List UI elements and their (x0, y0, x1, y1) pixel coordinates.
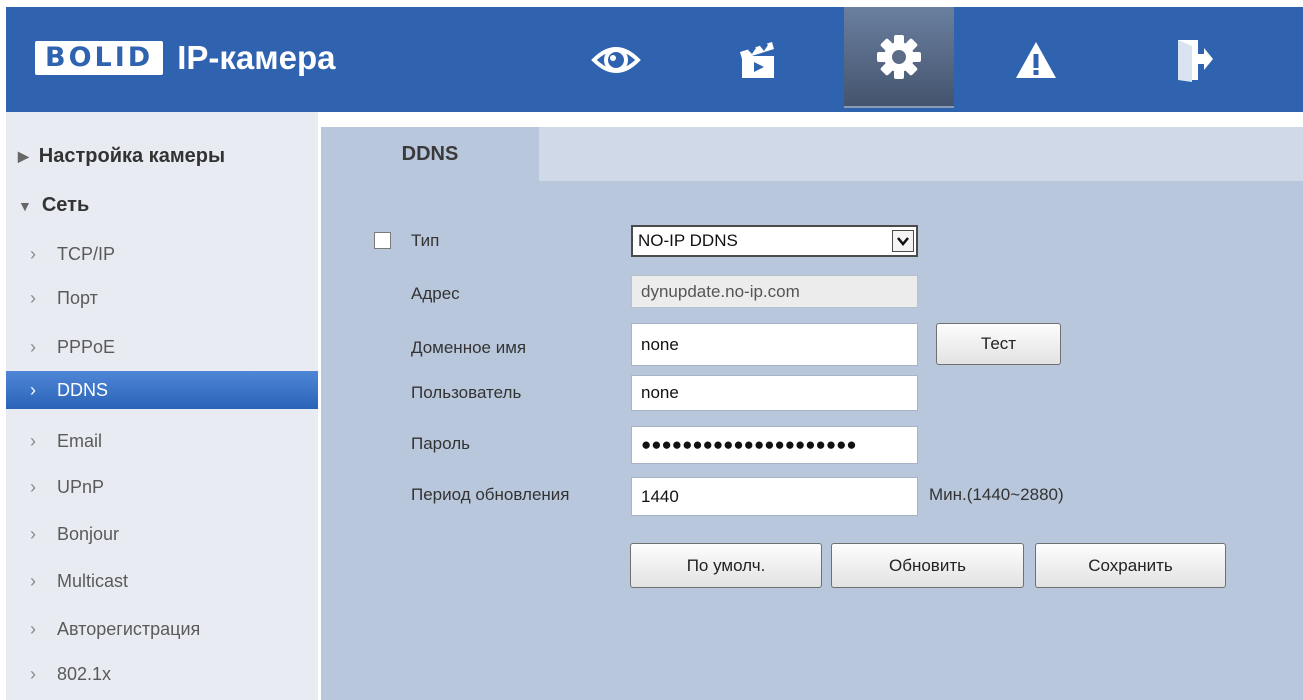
sidebar-network-label: Сеть (41, 194, 90, 216)
update-period-label: Период обновления (411, 485, 570, 504)
sidebar-item-label: Авторегистрация (57, 618, 201, 639)
chevron-right-icon: › (30, 570, 36, 591)
sidebar-item-email[interactable]: › Email (6, 421, 318, 461)
chevron-right-icon: › (30, 336, 36, 357)
type-label: Тип (411, 231, 440, 250)
username-field[interactable]: none (631, 375, 918, 411)
sidebar-item-label: Порт (57, 287, 98, 308)
brand-logo: BOLID (35, 41, 164, 75)
chevron-right-icon: › (30, 523, 36, 544)
update-period-field[interactable]: 1440 (631, 477, 918, 516)
update-period-hint: Мин.(1440~2880) (929, 485, 1064, 504)
sidebar-item-label: Email (57, 430, 103, 451)
refresh-button[interactable]: Обновить (831, 543, 1024, 588)
logo: BOLID IP-камера (35, 41, 336, 75)
sidebar-item-bonjour[interactable]: › Bonjour (6, 514, 318, 554)
sidebar-item-label: DDNS (57, 379, 109, 400)
domain-label: Доменное имя (411, 338, 527, 357)
chevron-down-icon (892, 230, 914, 252)
address-label: Адрес (411, 284, 460, 303)
password-field[interactable]: ●●●●●●●●●●●●●●●●●●●●● (631, 426, 918, 464)
ddns-type-value: NO-IP DDNS (638, 231, 738, 250)
sidebar-item-multicast[interactable]: › Multicast (6, 561, 318, 601)
top-header: BOLID IP-камера (6, 7, 1303, 112)
default-button[interactable]: По умолч. (630, 543, 822, 588)
collapsed-arrow-icon: ▶ (18, 148, 29, 164)
sidebar: ▶ Настройка камеры ▼ Сеть › TCP/IP › Порт … (6, 112, 318, 700)
password-label: Пароль (411, 434, 470, 453)
sidebar-item-upnp[interactable]: › UPnP (6, 467, 318, 507)
sidebar-item-ddns[interactable]: › DDNS (6, 371, 318, 409)
ddns-enable-checkbox[interactable] (374, 232, 391, 249)
chevron-right-icon: › (30, 379, 36, 400)
sidebar-camera-settings-label: Настройка камеры (38, 145, 226, 167)
chevron-right-icon: › (30, 618, 36, 639)
settings-panel: DDNS (321, 127, 1303, 700)
chevron-right-icon: › (30, 476, 36, 497)
clapperboard-icon (740, 40, 774, 78)
domain-name-field[interactable]: none (631, 323, 918, 366)
expanded-arrow-icon: ▼ (18, 197, 32, 214)
sidebar-item-tcpip[interactable]: › TCP/IP (6, 234, 318, 274)
nav-live-view[interactable] (576, 7, 656, 112)
gear-icon (877, 34, 921, 79)
chevron-right-icon: › (30, 430, 36, 451)
user-label: Пользователь (411, 383, 522, 402)
sidebar-item-pppoe[interactable]: › PPPoE (6, 327, 318, 367)
sidebar-camera-settings[interactable]: ▶ Настройка камеры (18, 145, 225, 168)
sidebar-item-port[interactable]: › Порт (6, 278, 318, 318)
sidebar-item-label: PPPoE (57, 336, 116, 357)
chevron-right-icon: › (30, 287, 36, 308)
nav-setup[interactable] (844, 7, 954, 108)
eye-icon (591, 46, 641, 73)
sidebar-item-label: Multicast (57, 570, 129, 591)
sidebar-item-label: Bonjour (57, 523, 120, 544)
nav-playback[interactable] (718, 7, 798, 112)
save-button[interactable]: Сохранить (1035, 543, 1226, 588)
chevron-right-icon: › (30, 663, 36, 684)
sidebar-item-8021x[interactable]: › 802.1x (6, 654, 318, 694)
tab-bar: DDNS (321, 127, 1303, 181)
warning-icon (1016, 41, 1056, 78)
sidebar-item-autoregistration[interactable]: › Авторегистрация (6, 609, 318, 649)
sidebar-item-label: UPnP (57, 476, 105, 497)
product-title: IP-камера (177, 39, 336, 76)
nav-logout[interactable] (1154, 7, 1234, 112)
address-field: dynupdate.no-ip.com (631, 275, 918, 308)
test-button[interactable]: Тест (936, 323, 1061, 365)
tab-ddns[interactable]: DDNS (321, 127, 539, 181)
exit-door-icon (1178, 39, 1213, 82)
sidebar-item-label: 802.1x (57, 663, 112, 684)
sidebar-item-label: TCP/IP (57, 243, 116, 264)
nav-alarm[interactable] (996, 7, 1076, 112)
chevron-right-icon: › (30, 243, 36, 264)
sidebar-network[interactable]: ▼ Сеть (18, 194, 89, 217)
ddns-type-select[interactable]: NO-IP DDNS (631, 225, 918, 257)
